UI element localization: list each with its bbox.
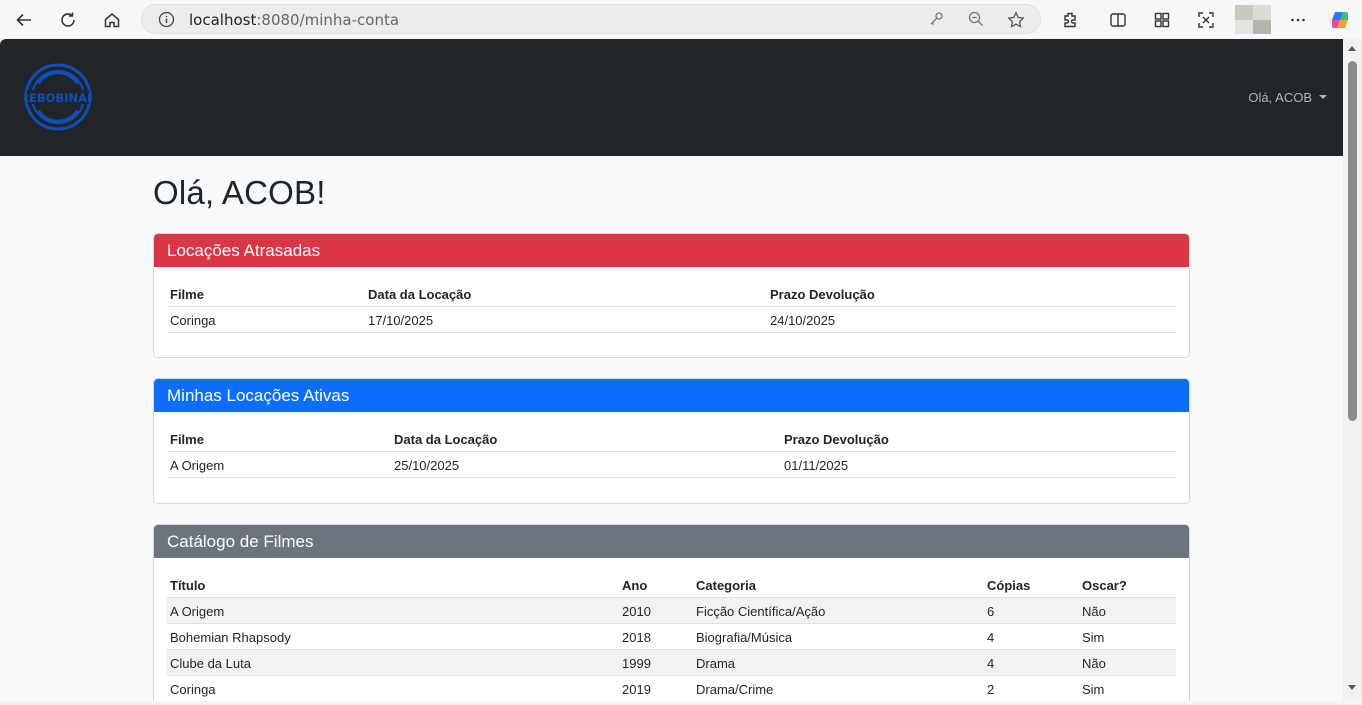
page-title: Olá, ACOB! [153,174,326,211]
column-header: Data da Locação [365,282,767,307]
column-header: Prazo Devolução [781,427,1176,452]
column-header: Ano [619,573,693,598]
cell-category: Drama [693,649,984,676]
cell-title: A Origem [167,597,619,624]
navbar: REBOBINAR Olá, ACOB [0,39,1343,156]
cell-rental-date: 25/10/2025 [391,451,781,478]
active-rentals-header: Minhas Locações Ativas [154,379,1189,412]
cell-oscar: Sim [1079,623,1176,650]
address-bar[interactable]: localhost:8080/minha-conta [141,4,1041,34]
url-text: localhost:8080/minha-conta [189,11,399,29]
cell-oscar: Sim [1079,675,1176,701]
cell-title: Coringa [167,675,619,701]
cell-copies: 4 [984,623,1079,650]
column-header: Título [167,573,619,598]
extensions-icon[interactable] [1057,7,1083,33]
table-row: Bohemian Rhapsody 2018 Biografia/Música … [167,623,1176,650]
screenshot-icon[interactable] [1193,7,1219,33]
url-host: localhost [189,11,257,29]
cell-category: Ficção Científica/Ação [693,597,984,624]
cell-due-date: 24/10/2025 [767,306,1176,333]
cell-film: Coringa [167,306,365,333]
cell-year: 2018 [619,623,693,650]
collections-icon[interactable] [1149,7,1175,33]
scrollbar-thumb[interactable] [1348,61,1357,421]
copilot-icon[interactable] [1327,7,1353,33]
column-header: Filme [167,282,365,307]
overdue-rentals-header: Locações Atrasadas [154,234,1189,267]
user-dropdown-label: Olá, ACOB [1248,90,1312,105]
active-rentals-card: Minhas Locações Ativas Filme Data da Loc… [153,378,1190,504]
table-row: Coringa 17/10/2025 24/10/2025 [167,306,1176,333]
column-header: Categoria [693,573,984,598]
cell-oscar: Não [1079,597,1176,624]
caret-down-icon [1319,94,1327,99]
overdue-rentals-table: Filme Data da Locação Prazo Devolução Co… [167,282,1176,333]
film-catalog-card: Catálogo de Filmes Título Ano Categoria … [153,524,1190,701]
cell-title: Clube da Luta [167,649,619,676]
page-viewport: REBOBINAR Olá, ACOB Olá, ACOB! Locações … [0,39,1343,701]
key-icon[interactable] [928,11,944,32]
table-row: A Origem 25/10/2025 01/11/2025 [167,451,1176,478]
cell-copies: 6 [984,597,1079,624]
cell-copies: 4 [984,649,1079,676]
column-header: Prazo Devolução [767,282,1176,307]
cell-year: 1999 [619,649,693,676]
cell-due-date: 01/11/2025 [781,451,1176,478]
cell-title: Bohemian Rhapsody [167,623,619,650]
split-screen-icon[interactable] [1105,7,1131,33]
cell-category: Drama/Crime [693,675,984,701]
reload-icon[interactable] [55,7,81,33]
site-info-icon[interactable] [158,11,175,33]
scroll-up-arrow-icon[interactable] [1348,46,1356,51]
cell-film: A Origem [167,451,391,478]
profile-avatar[interactable] [1235,5,1271,34]
favorite-star-icon[interactable] [1007,11,1025,34]
vertical-scrollbar[interactable] [1343,39,1362,701]
cell-year: 2019 [619,675,693,701]
table-row: A Origem 2010 Ficção Científica/Ação 6 N… [167,597,1176,624]
cell-copies: 2 [984,675,1079,701]
user-dropdown[interactable]: Olá, ACOB [1248,90,1327,105]
column-header: Filme [167,427,391,452]
column-header: Data da Locação [391,427,781,452]
back-icon[interactable] [11,7,37,33]
film-catalog-table: Título Ano Categoria Cópias Oscar? A Ori… [167,573,1176,701]
cell-oscar: Não [1079,649,1176,676]
cell-year: 2010 [619,597,693,624]
cell-category: Biografia/Música [693,623,984,650]
cell-rental-date: 17/10/2025 [365,306,767,333]
zoom-icon[interactable] [968,11,984,32]
url-path: :8080/minha-conta [256,11,400,29]
scroll-down-arrow-icon[interactable] [1348,685,1356,690]
rebobinar-logo[interactable]: REBOBINAR [20,63,96,131]
home-icon[interactable] [99,7,125,33]
browser-toolbar: localhost:8080/minha-conta [0,0,1362,39]
overdue-rentals-card: Locações Atrasadas Filme Data da Locação… [153,233,1190,358]
column-header: Cópias [984,573,1079,598]
column-header: Oscar? [1079,573,1176,598]
table-row: Clube da Luta 1999 Drama 4 Não [167,649,1176,676]
more-options-icon[interactable] [1285,7,1311,33]
table-row: Coringa 2019 Drama/Crime 2 Sim [167,675,1176,701]
logo-text: REBOBINAR [24,91,92,105]
active-rentals-table: Filme Data da Locação Prazo Devolução A … [167,427,1176,478]
film-catalog-header: Catálogo de Filmes [154,525,1189,558]
